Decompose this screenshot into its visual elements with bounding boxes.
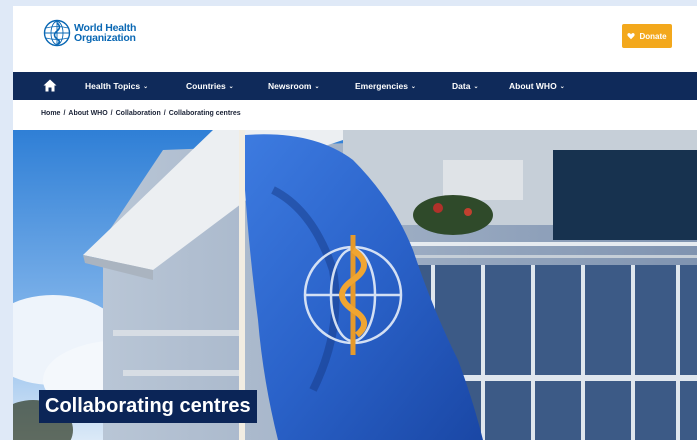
- nav-health-topics[interactable]: Health Topics ⌄: [85, 72, 148, 100]
- nav-newsroom[interactable]: Newsroom ⌄: [268, 72, 320, 100]
- breadcrumb-separator: /: [163, 110, 166, 117]
- main-nav: Health Topics ⌄ Countries ⌄ Newsroom ⌄ Emer…: [13, 72, 697, 100]
- heart-icon: [627, 32, 636, 40]
- nav-data[interactable]: Data ⌄: [452, 72, 478, 100]
- page-title: Collaborating centres: [39, 390, 257, 423]
- nav-label: Emergencies: [355, 81, 408, 91]
- donate-label: Donate: [639, 31, 667, 41]
- breadcrumb-collaboration[interactable]: Collaboration: [116, 110, 161, 117]
- chevron-down-icon: ⌄: [143, 84, 149, 90]
- site-header: World Health Organization Donate: [13, 6, 697, 70]
- chevron-down-icon: ⌄: [559, 84, 565, 90]
- who-emblem-icon: [43, 19, 71, 47]
- who-logo[interactable]: World Health Organization: [43, 19, 136, 47]
- nav-label: About WHO: [509, 81, 557, 91]
- nav-label: Health Topics: [85, 81, 141, 91]
- breadcrumb-home[interactable]: Home: [41, 110, 60, 117]
- page: World Health Organization Donate Health …: [13, 6, 697, 440]
- breadcrumb-about-who[interactable]: About WHO: [68, 110, 107, 117]
- nav-emergencies[interactable]: Emergencies ⌄: [355, 72, 416, 100]
- donate-button[interactable]: Donate: [622, 24, 672, 48]
- hero-banner: Collaborating centres: [13, 130, 697, 440]
- chevron-down-icon: ⌄: [410, 84, 416, 90]
- home-icon[interactable]: [43, 79, 57, 92]
- logo-wordmark: World Health Organization: [74, 23, 136, 44]
- nav-label: Newsroom: [268, 81, 312, 91]
- breadcrumb-current: Collaborating centres: [168, 110, 241, 117]
- breadcrumb-separator: /: [63, 110, 66, 117]
- logo-line-2: Organization: [74, 32, 136, 44]
- chevron-down-icon: ⌄: [314, 84, 320, 90]
- chevron-down-icon: ⌄: [228, 84, 234, 90]
- nav-about-who[interactable]: About WHO ⌄: [509, 72, 565, 100]
- nav-label: Countries: [186, 81, 226, 91]
- breadcrumb: Home / About WHO / Collaboration / Collaborati…: [41, 110, 241, 117]
- nav-label: Data: [452, 81, 471, 91]
- breadcrumb-separator: /: [110, 110, 113, 117]
- nav-countries[interactable]: Countries ⌄: [186, 72, 234, 100]
- chevron-down-icon: ⌄: [473, 84, 479, 90]
